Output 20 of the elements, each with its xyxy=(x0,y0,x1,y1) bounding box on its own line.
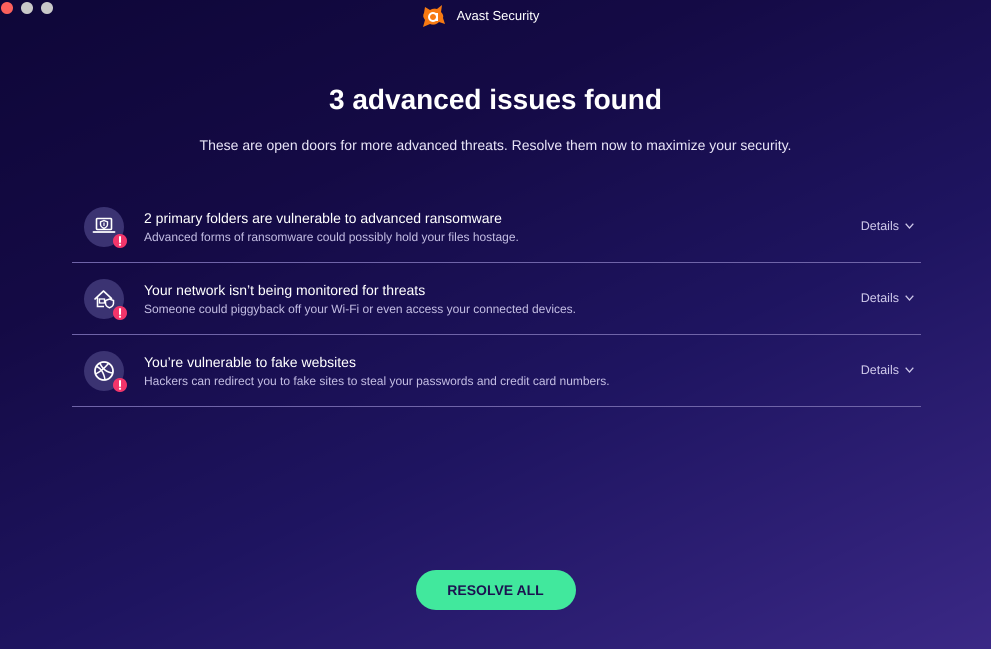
issue-description: Hackers can redirect you to fake sites to steal your passwords and credit card numbers. xyxy=(144,372,611,388)
issue-title: You’re vulnerable to fake websites xyxy=(144,352,357,370)
page-subtitle: These are open doors for more advanced threats. Resolve them now to maximize your security. xyxy=(200,136,792,155)
issue-title: Your network isn’t being monitored for threats xyxy=(144,280,426,298)
chevron-down-icon xyxy=(905,295,914,301)
laptop-shield-icon xyxy=(84,206,124,246)
window-title: Avast Security xyxy=(456,7,540,25)
page-heading: 3 advanced issues found xyxy=(329,83,662,117)
details-button[interactable]: Details xyxy=(860,362,914,378)
details-button[interactable]: Details xyxy=(860,290,914,306)
globe-icon xyxy=(84,350,124,390)
issue-description: Advanced forms of ransomware could possibly hold your files hostage. xyxy=(144,228,520,244)
chevron-down-icon xyxy=(905,367,914,373)
close-window-icon[interactable] xyxy=(1,2,13,14)
chevron-down-icon xyxy=(905,223,914,229)
issue-description: Someone could piggyback off your Wi-Fi or even access your connected devices. xyxy=(144,300,577,316)
house-shield-icon xyxy=(84,278,124,318)
resolve-all-button[interactable]: RESOLVE ALL xyxy=(416,570,576,610)
details-button[interactable]: Details xyxy=(860,218,914,234)
issue-title: 2 primary folders are vulnerable to advanced ransomware xyxy=(144,208,503,226)
